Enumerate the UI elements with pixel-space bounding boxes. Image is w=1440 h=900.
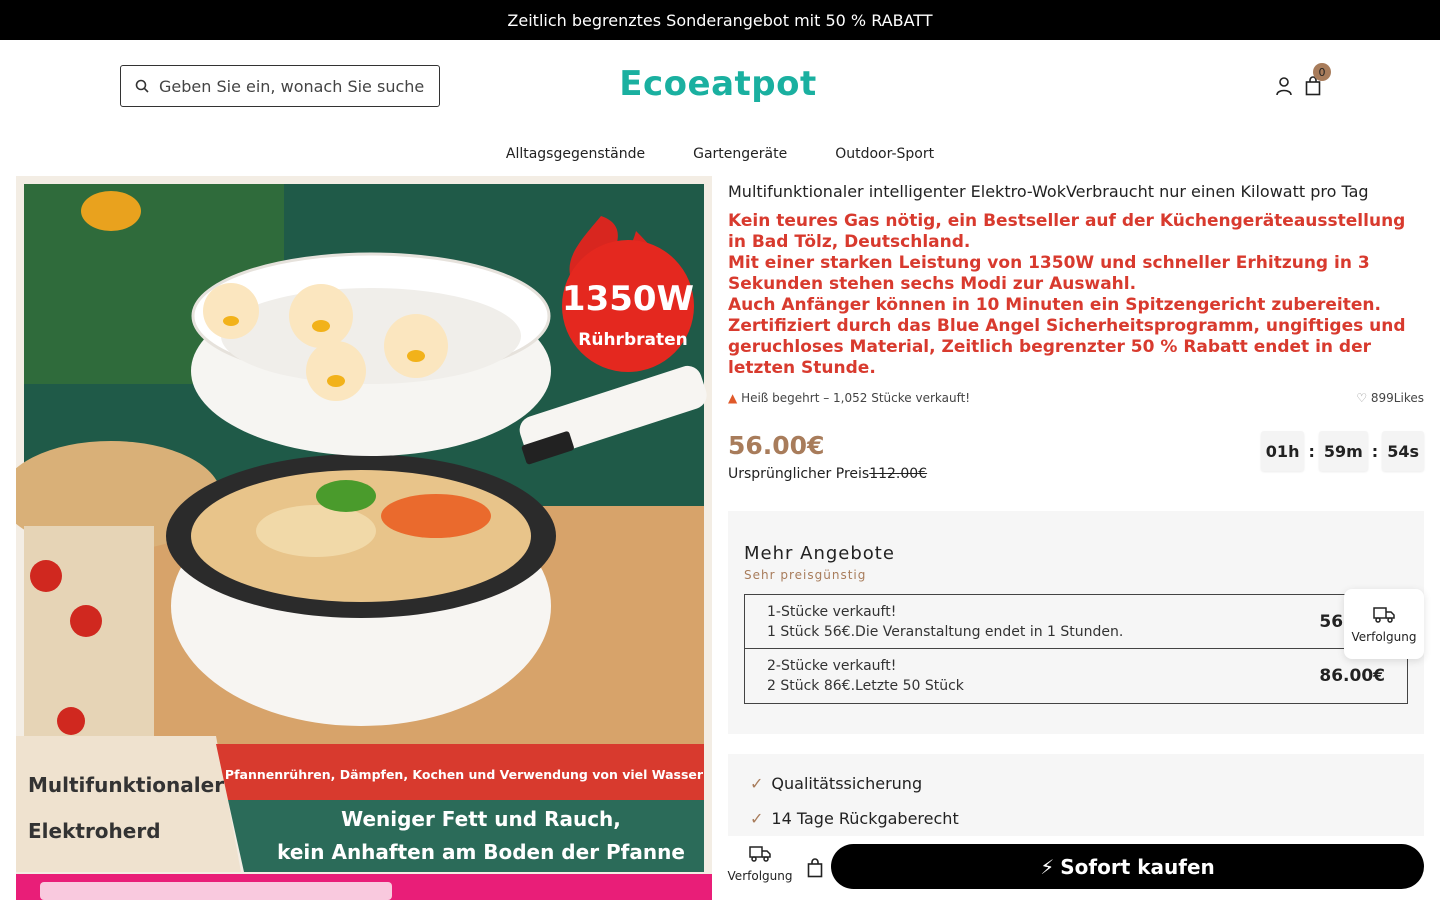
check-icon: ✓ (750, 809, 764, 828)
power-badge-text: 1350W (562, 279, 694, 319)
nav-item-gartengeraete[interactable]: Gartengeräte (693, 140, 787, 168)
sales-meta: ▲ Heiß begehrt – 1,052 Stücke verkauft! … (728, 391, 1424, 405)
site-logo[interactable]: Ecoeatpot (560, 64, 876, 104)
timer-separator: : (1371, 441, 1379, 461)
guarantee-label: 14 Tage Rückgaberecht (771, 809, 959, 828)
left-label-line1: Multifunktionaler (28, 773, 224, 797)
offers-subtitle: Sehr preisgünstig (744, 568, 867, 582)
search-box[interactable] (120, 65, 440, 107)
desc-line-2: Mit einer starken Leistung von 1350W und… (728, 253, 1370, 294)
product-description: Kein teures Gas nötig, ein Bestseller au… (728, 211, 1424, 379)
offer-option-2[interactable]: 2-Stücke verkauft! 2 Stück 86€.Letzte 50… (744, 649, 1408, 704)
mode-badge-text: Rührbraten (578, 330, 687, 350)
user-icon[interactable] (1273, 74, 1295, 98)
offer-option-line1: 2-Stücke verkauft! (767, 658, 897, 674)
announcement-text: Zeitlich begrenztes Sonderangebot mit 50… (507, 10, 933, 30)
search-input[interactable] (159, 76, 429, 96)
offer-options: 1-Stücke verkauft! 1 Stück 56€.Die Veran… (744, 594, 1408, 704)
timer-separator: : (1308, 441, 1315, 461)
countdown-timer: 01h : 59m : 54s (1260, 431, 1424, 471)
left-label-line2: Elektroherd (28, 819, 161, 843)
green-banner-line1: Weniger Fett und Rauch, (341, 807, 621, 831)
desc-line-4: Zertifiziert durch das Blue Angel Sicher… (728, 316, 1406, 378)
red-banner-text: Pfannenrühren, Dämpfen, Kochen und Verwe… (225, 767, 704, 782)
nav-item-alltagsgegenstaende[interactable]: Alltagsgegenstände (506, 140, 645, 168)
tracking-float-button[interactable]: Verfolgung (1344, 589, 1424, 659)
bundle-offers: Mehr Angebote Sehr preisgünstig 1-Stücke… (728, 511, 1424, 734)
timer-minutes: 59m (1318, 431, 1368, 471)
product-image-gallery[interactable]: 1350W Rührbraten Multifunktionaler Elekt… (16, 176, 712, 900)
desc-line-1: Kein teures Gas nötig, ein Bestseller au… (728, 211, 1406, 252)
offer-option-text: 2-Stücke verkauft! 2 Stück 86€.Letzte 50… (767, 656, 964, 696)
tracking-button[interactable]: Verfolgung (728, 844, 792, 883)
fire-icon: ▲ (728, 391, 738, 405)
buy-now-button[interactable]: ⚡ Sofort kaufen (831, 844, 1424, 889)
check-icon: ✓ (750, 774, 764, 793)
offer-option-text: 1-Stücke verkauft! 1 Stück 56€.Die Veran… (767, 602, 1123, 642)
sticky-buy-bar: Verfolgung ⚡ Sofort kaufen (712, 836, 1440, 900)
offers-title: Mehr Angebote (744, 543, 895, 564)
price-section: 56.00€ Ursprünglicher Preis112.00€ 01h :… (728, 431, 1424, 491)
nav-item-outdoor-sport[interactable]: Outdoor-Sport (835, 140, 934, 168)
announcement-bar: Zeitlich begrenztes Sonderangebot mit 50… (0, 0, 1440, 40)
heart-icon[interactable]: ♡ (1356, 391, 1367, 405)
likes-count[interactable]: ♡ 899Likes (1356, 391, 1424, 405)
product-info: Multifunktionaler intelligenter Elektro-… (728, 176, 1424, 854)
offer-option-line2: 1 Stück 56€.Die Veranstaltung endet in 1… (767, 623, 1124, 640)
tracking-label: Verfolgung (1351, 629, 1417, 644)
timer-seconds: 54s (1382, 431, 1424, 471)
product-title: Multifunktionaler intelligenter Elektro-… (728, 182, 1369, 201)
product-image: 1350W Rührbraten Multifunktionaler Elekt… (16, 176, 712, 900)
site-header: Ecoeatpot (0, 40, 1440, 130)
guarantee-item: ✓ 14 Tage Rückgaberecht (750, 809, 1402, 828)
timer-hours: 01h (1260, 431, 1305, 471)
sold-count: ▲ Heiß begehrt – 1,052 Stücke verkauft! (728, 391, 970, 405)
offer-option-1[interactable]: 1-Stücke verkauft! 1 Stück 56€.Die Veran… (744, 594, 1408, 649)
lightning-icon: ⚡ (1040, 854, 1055, 879)
offer-option-price: 86.00€ (1319, 666, 1385, 686)
offer-option-line2: 2 Stück 86€.Letzte 50 Stück (767, 678, 964, 694)
guarantee-item: ✓ Qualitätssicherung (750, 774, 1402, 793)
tracking-label: Verfolgung (727, 869, 793, 883)
main-nav: Alltagsgegenstände Gartengeräte Outdoor-… (0, 140, 1440, 168)
likes-text: 899Likes (1370, 391, 1424, 405)
green-banner-line2: kein Anhaften am Boden der Pfanne (277, 840, 685, 864)
buy-now-label: Sofort kaufen (1060, 854, 1215, 879)
cart-icon[interactable] (804, 856, 826, 880)
truck-icon (749, 844, 771, 865)
search-icon[interactable] (135, 78, 149, 94)
original-price-value: 112.00€ (869, 466, 928, 482)
guarantee-label: Qualitätssicherung (771, 774, 923, 793)
sold-text: Heiß begehrt – 1,052 Stücke verkauft! (741, 391, 971, 405)
truck-icon (1373, 605, 1395, 626)
desc-line-3: Auch Anfänger können in 10 Minuten ein S… (728, 295, 1381, 315)
offer-option-line1: 1-Stücke verkauft! (767, 603, 897, 620)
cart-count-badge: 0 (1313, 63, 1331, 81)
original-price-label: Ursprünglicher Preis (728, 466, 870, 482)
